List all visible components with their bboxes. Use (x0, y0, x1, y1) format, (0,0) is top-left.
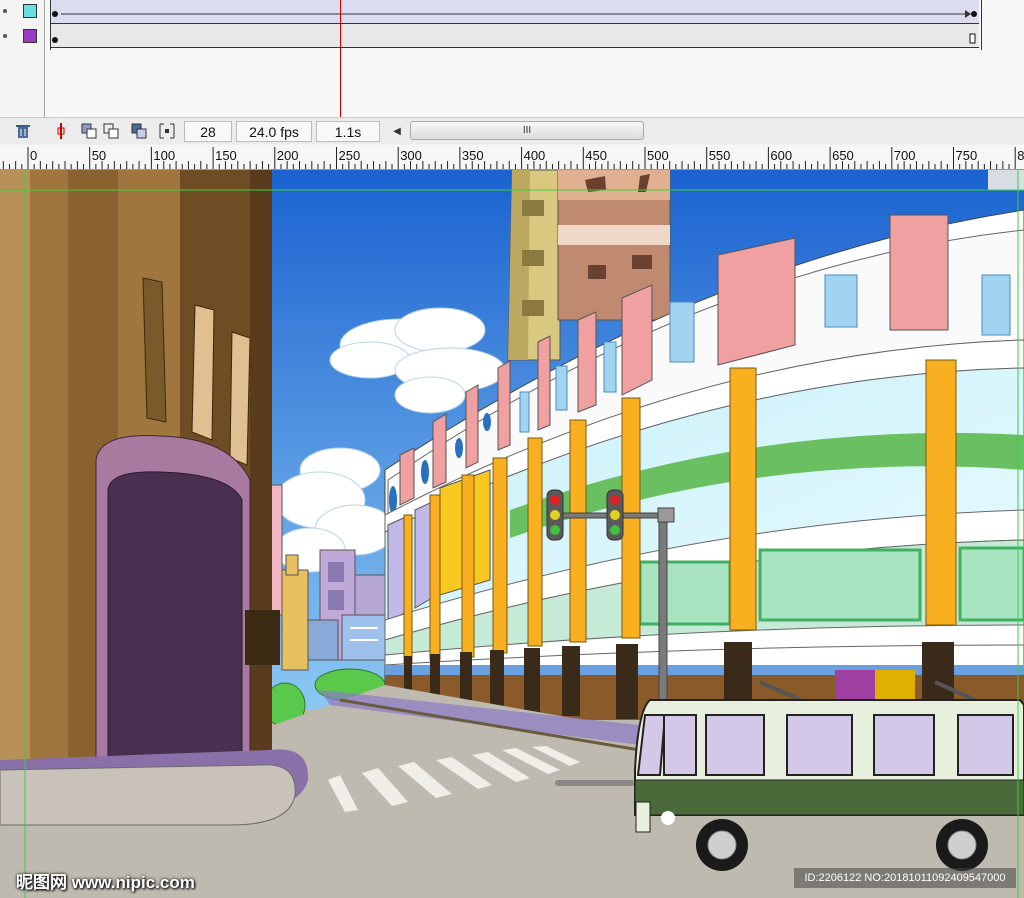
frame-track-layer-2[interactable] (51, 24, 979, 48)
frame-grid[interactable] (50, 0, 982, 50)
onion-outline-icon[interactable] (102, 122, 120, 140)
modify-markers-icon[interactable] (158, 122, 176, 140)
scroll-left-arrow-icon[interactable]: ◀ (388, 122, 406, 140)
visibility-dot-icon[interactable] (3, 9, 7, 13)
ruler-label: 700 (893, 148, 916, 163)
horizontal-ruler: 0 50 100 150 200 250 300 350 400 450 500 550 600 650 7… (0, 145, 1024, 170)
timeline-footer: 28 24.0 fps 1.1s ◀ III (0, 117, 1024, 144)
ruler-label: 50 (91, 148, 107, 163)
watermark-left: 昵图网 www.nipic.com (16, 873, 195, 892)
onion-skin-icon[interactable] (80, 122, 98, 140)
ruler-label: 0 (30, 148, 38, 163)
ruler-label: 600 (770, 148, 793, 163)
ruler-label: 750 (955, 148, 978, 163)
timeline-panel (0, 0, 1024, 117)
ruler-label: 350 (461, 148, 484, 163)
edit-multiple-frames-icon[interactable] (130, 122, 148, 140)
street-scene-artwork (0, 170, 1024, 898)
center-frame-icon[interactable] (52, 122, 70, 140)
ruler-label: 300 (400, 148, 422, 163)
motion-tween-arrow (52, 10, 977, 18)
ruler-label: 100 (153, 148, 176, 163)
ruler-label: 200 (276, 148, 299, 163)
frame-track-layer-1[interactable] (51, 0, 979, 24)
ruler-label: 150 (215, 148, 237, 163)
ruler-label: 450 (585, 148, 607, 163)
visibility-dot-icon[interactable] (3, 34, 7, 38)
layer-row-2[interactable] (0, 25, 44, 49)
stage-canvas[interactable] (0, 170, 1024, 898)
layer-list (0, 0, 45, 117)
frame-track-keyframes (52, 33, 976, 44)
timeline-scrollbar-thumb[interactable]: III (410, 121, 644, 140)
ruler-label: 550 (708, 148, 731, 163)
trash-icon[interactable] (14, 122, 32, 140)
ruler-label: 8 (1017, 148, 1024, 163)
watermark-right: ID:2206122 NO:20181011092409547000 (794, 868, 1016, 888)
left-building (0, 170, 309, 826)
current-frame-field[interactable]: 28 (184, 121, 232, 142)
elapsed-time-field: 1.1s (316, 121, 380, 142)
ruler-label: 400 (523, 148, 546, 163)
ruler-label: 650 (832, 148, 854, 163)
layer-outline-color-swatch[interactable] (23, 29, 37, 43)
frame-rate-field[interactable]: 24.0 fps (236, 121, 312, 142)
playhead[interactable] (340, 0, 341, 117)
layer-outline-color-swatch[interactable] (23, 4, 37, 18)
ruler-label: 250 (338, 148, 361, 163)
layer-row-1[interactable] (0, 0, 44, 24)
ruler-label: 500 (647, 148, 669, 163)
